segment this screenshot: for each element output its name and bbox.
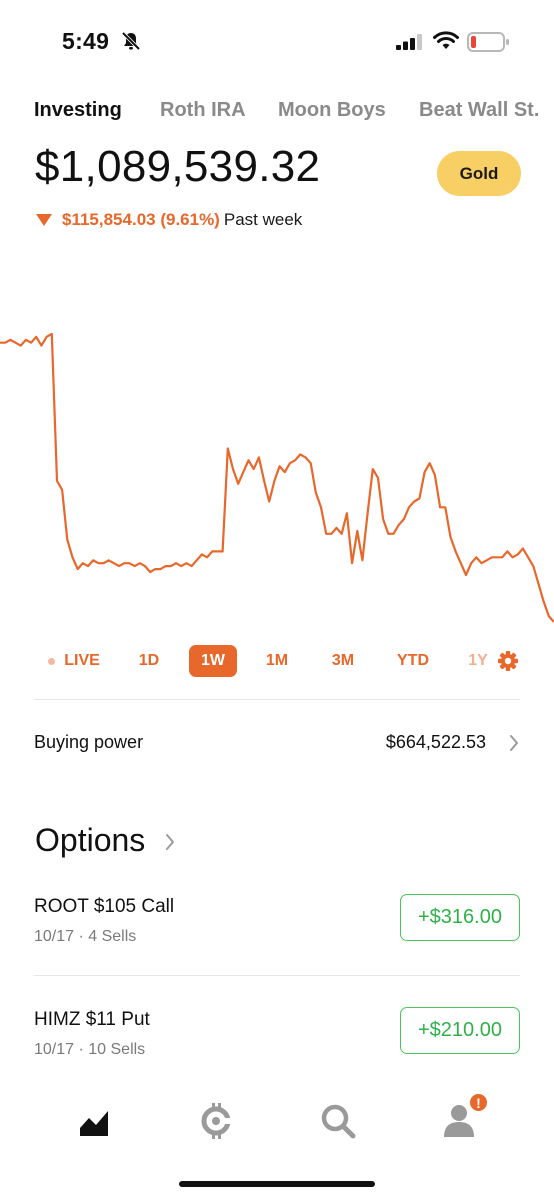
buying-power-value: $664,522.53	[385, 732, 486, 752]
buying-power-label: Buying power	[34, 732, 144, 752]
wifi-icon	[433, 31, 459, 49]
range-live-label: LIVE	[64, 652, 100, 669]
option-name: ROOT $105 Call	[34, 896, 175, 917]
range-1m[interactable]: 1M	[257, 645, 297, 677]
tab-investing[interactable]: Investing	[34, 99, 122, 122]
portfolio-change: $115,854.03 (9.61%) Past week	[36, 210, 302, 230]
buying-power-row[interactable]: Buying power $664,522.53	[34, 728, 520, 760]
change-period: Past week	[223, 210, 303, 229]
range-1w[interactable]: 1W	[189, 645, 237, 677]
tab-beat-wall-st[interactable]: Beat Wall St.	[419, 99, 539, 122]
battery-icon	[467, 32, 509, 52]
bell-off-icon	[121, 31, 141, 51]
tab-roth-ira[interactable]: Roth IRA	[160, 99, 246, 122]
live-dot-icon	[48, 657, 56, 665]
range-ytd[interactable]: YTD	[388, 645, 438, 677]
portfolio-balance: $1,089,539.32	[35, 142, 321, 191]
options-title[interactable]: Options	[35, 822, 145, 859]
option-position[interactable]: HIMZ $11 Put 10/17 · 10 Sells +$210.00	[34, 1007, 520, 1089]
chart-line	[0, 332, 554, 623]
change-value: $115,854.03 (9.61%)	[62, 210, 220, 229]
down-arrow-icon	[36, 214, 52, 226]
tab-moon-boys[interactable]: Moon Boys	[278, 99, 386, 122]
range-3m[interactable]: 3M	[322, 645, 364, 677]
option-name: HIMZ $11 Put	[34, 1009, 150, 1030]
notification-badge: !	[468, 1092, 489, 1113]
account-tabs: Investing Roth IRA Moon Boys Beat Wall S…	[34, 99, 554, 129]
range-1d[interactable]: 1D	[129, 645, 169, 677]
range-live[interactable]: LIVE	[42, 645, 106, 677]
divider	[34, 699, 520, 700]
home-indicator	[179, 1181, 375, 1187]
range-selector: LIVE 1D 1W 1M 3M YTD 1Y	[0, 645, 554, 679]
divider	[34, 975, 520, 976]
option-position[interactable]: ROOT $105 Call 10/17 · 4 Sells +$316.00	[34, 894, 520, 976]
chevron-right-icon[interactable]	[164, 832, 176, 852]
crypto-icon[interactable]	[198, 1102, 234, 1140]
range-1y[interactable]: 1Y	[460, 645, 496, 677]
chevron-right-icon	[510, 735, 518, 751]
status-time: 5:49	[62, 28, 110, 54]
option-pl-button[interactable]: +$210.00	[400, 1007, 520, 1054]
chart-icon[interactable]	[78, 1106, 112, 1138]
option-pl-button[interactable]: +$316.00	[400, 894, 520, 941]
portfolio-chart[interactable]	[0, 320, 554, 630]
cellular-signal-icon	[396, 34, 422, 50]
status-bar: 5:49	[0, 0, 554, 80]
option-detail: 10/17 · 4 Sells	[34, 928, 137, 945]
option-detail: 10/17 · 10 Sells	[34, 1041, 146, 1058]
gear-icon[interactable]	[497, 650, 519, 672]
search-icon[interactable]	[320, 1103, 356, 1139]
gold-button[interactable]: Gold	[437, 151, 521, 196]
